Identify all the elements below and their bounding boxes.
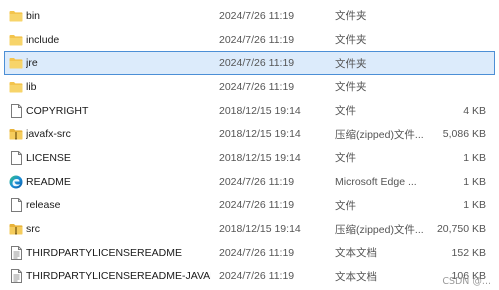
file-row-src[interactable]: src 2018/12/15 19:14 压缩(zipped)文件... 20,750… — [0, 217, 499, 241]
folder-icon — [9, 52, 23, 74]
file-row-include[interactable]: include 2024/7/26 11:19 文件夹 — [0, 28, 499, 52]
file-modified-date: 2024/7/26 11:19 — [219, 175, 295, 188]
file-modified-date: 2024/7/26 11:19 — [219, 57, 295, 70]
file-size: 152 KB — [451, 246, 486, 259]
file-icon — [9, 146, 23, 170]
file-name: include — [26, 33, 60, 46]
file-modified-date: 2018/12/15 19:14 — [219, 223, 301, 236]
file-row-lib[interactable]: lib 2024/7/26 11:19 文件夹 — [0, 75, 499, 99]
edge-icon — [9, 170, 23, 194]
file-row-copyright[interactable]: COPYRIGHT 2018/12/15 19:14 文件 4 KB — [0, 99, 499, 123]
file-size: 1 KB — [463, 151, 486, 164]
file-modified-date: 2024/7/26 11:19 — [219, 199, 295, 212]
file-size: 20,750 KB — [436, 223, 486, 236]
file-row-release[interactable]: release 2024/7/26 11:19 文件 1 KB — [0, 194, 499, 218]
file-modified-date: 2024/7/26 11:19 — [219, 270, 295, 283]
folder-icon — [9, 28, 23, 52]
folder-icon — [9, 4, 23, 28]
file-row-bin[interactable]: bin 2024/7/26 11:19 文件夹 — [0, 4, 499, 28]
file-type: 文本文档 — [335, 270, 377, 283]
file-row-thirdpartylicensereadme[interactable]: THIRDPARTYLICENSEREADME 2024/7/26 11:19 文本… — [0, 241, 499, 265]
file-type: 压缩(zipped)文件... — [335, 128, 424, 141]
file-name: javafx-src — [26, 128, 71, 141]
file-size: 5,086 KB — [442, 128, 486, 141]
text-file-icon — [9, 265, 23, 289]
file-size: 1 KB — [463, 175, 486, 188]
file-name: lib — [26, 80, 37, 93]
file-name: LICENSE — [26, 151, 71, 164]
file-type: 文件 — [335, 152, 356, 165]
file-name: THIRDPARTYLICENSEREADME — [26, 246, 182, 259]
file-size — [420, 28, 486, 52]
file-name: bin — [26, 9, 41, 22]
file-type: 文件夹 — [335, 34, 367, 47]
folder-icon — [9, 75, 23, 99]
file-modified-date: 2024/7/26 11:19 — [219, 246, 295, 259]
file-type: 文件 — [335, 105, 356, 118]
file-name: COPYRIGHT — [26, 104, 89, 117]
file-size: 4 KB — [463, 104, 486, 117]
zip-folder-icon — [9, 217, 23, 241]
file-size — [420, 52, 486, 74]
file-type: 文本文档 — [335, 247, 377, 260]
zip-folder-icon — [9, 122, 23, 146]
file-modified-date: 2024/7/26 11:19 — [219, 9, 295, 22]
file-type: 文件夹 — [335, 57, 367, 70]
file-size — [420, 75, 486, 99]
file-name: release — [26, 199, 61, 212]
file-icon — [9, 99, 23, 123]
file-name: THIRDPARTYLICENSEREADME-JAVAFX — [26, 270, 211, 283]
file-type: 文件夹 — [335, 81, 367, 94]
file-row-thirdpartylicensereadme-javafx[interactable]: THIRDPARTYLICENSEREADME-JAVAFX 2024/7/26 … — [0, 265, 499, 289]
text-file-icon — [9, 241, 23, 265]
file-name: src — [26, 223, 40, 236]
file-row-license[interactable]: LICENSE 2018/12/15 19:14 文件 1 KB — [0, 146, 499, 170]
file-modified-date: 2024/7/26 11:19 — [219, 80, 295, 93]
file-row-readme[interactable]: README 2024/7/26 11:19 Microsoft Edge ... 1… — [0, 170, 499, 194]
file-modified-date: 2024/7/26 11:19 — [219, 33, 295, 46]
file-name: jre — [26, 57, 38, 70]
file-icon — [9, 194, 23, 218]
file-row-javafx-src[interactable]: javafx-src 2018/12/15 19:14 压缩(zipped)文件..… — [0, 122, 499, 146]
file-row-jre[interactable]: jre 2024/7/26 11:19 文件夹 — [4, 51, 495, 76]
file-size — [420, 4, 486, 28]
file-type: 压缩(zipped)文件... — [335, 223, 424, 236]
file-modified-date: 2018/12/15 19:14 — [219, 151, 301, 164]
file-name: README — [26, 175, 71, 188]
file-size: 1 KB — [463, 199, 486, 212]
file-type: Microsoft Edge ... — [335, 175, 417, 188]
file-modified-date: 2018/12/15 19:14 — [219, 128, 301, 141]
file-list: bin 2024/7/26 11:19 文件夹 include 2024/7/26 11… — [0, 4, 499, 288]
file-type: 文件夹 — [335, 10, 367, 23]
watermark: CSDN @... — [442, 276, 491, 287]
file-type: 文件 — [335, 199, 356, 212]
file-modified-date: 2018/12/15 19:14 — [219, 104, 301, 117]
